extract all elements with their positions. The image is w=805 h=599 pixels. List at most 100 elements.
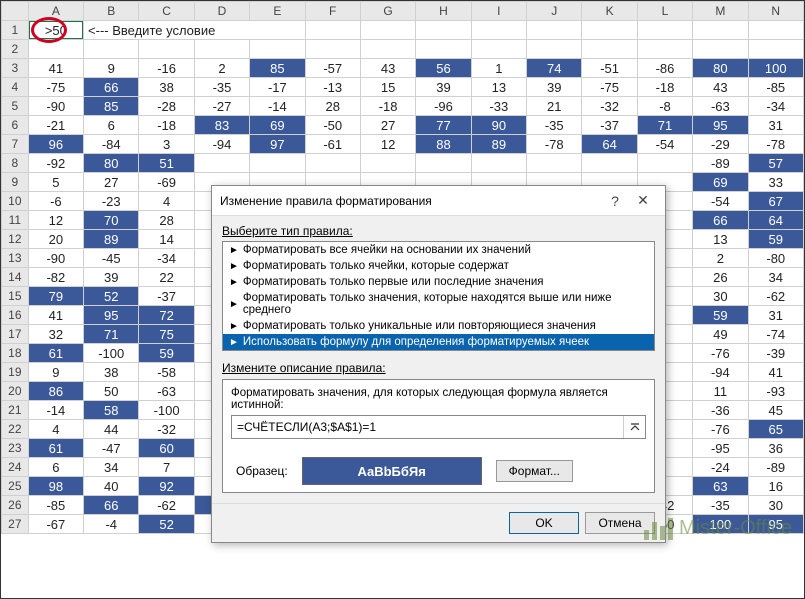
cell[interactable]: 20 bbox=[28, 230, 83, 249]
cell[interactable]: 6 bbox=[84, 116, 139, 135]
cell[interactable]: 15 bbox=[360, 78, 415, 97]
cell[interactable]: 31 bbox=[748, 306, 803, 325]
cell[interactable]: 38 bbox=[84, 363, 139, 382]
row-header[interactable]: 18 bbox=[2, 344, 29, 363]
row-header[interactable]: 10 bbox=[2, 192, 29, 211]
collapse-dialog-icon[interactable] bbox=[623, 416, 645, 438]
cell[interactable]: 12 bbox=[360, 135, 415, 154]
cell[interactable]: 38 bbox=[139, 78, 194, 97]
row-header[interactable]: 5 bbox=[2, 97, 29, 116]
cell[interactable]: -90 bbox=[28, 249, 83, 268]
row-header[interactable]: 22 bbox=[2, 420, 29, 439]
rule-type-list[interactable]: ►Форматировать все ячейки на основании и… bbox=[222, 241, 655, 351]
cell[interactable]: 61 bbox=[28, 439, 83, 458]
rule-type-item[interactable]: ►Использовать формулу для определения фо… bbox=[223, 334, 654, 350]
cell[interactable]: 90 bbox=[471, 116, 526, 135]
cell[interactable]: -76 bbox=[693, 420, 748, 439]
cell[interactable]: -21 bbox=[28, 116, 83, 135]
cell[interactable]: -100 bbox=[139, 401, 194, 420]
cell[interactable]: 21 bbox=[527, 97, 582, 116]
row-header[interactable]: 17 bbox=[2, 325, 29, 344]
row-header[interactable]: 26 bbox=[2, 496, 29, 515]
cell[interactable] bbox=[582, 40, 637, 59]
cell[interactable]: 96 bbox=[28, 135, 83, 154]
cell[interactable]: 9 bbox=[84, 59, 139, 78]
row-header[interactable]: 20 bbox=[2, 382, 29, 401]
row-header[interactable]: 23 bbox=[2, 439, 29, 458]
cell[interactable]: -54 bbox=[693, 192, 748, 211]
row-header[interactable]: 3 bbox=[2, 59, 29, 78]
cell[interactable]: 100 bbox=[693, 515, 748, 534]
cell[interactable]: -78 bbox=[527, 135, 582, 154]
rule-type-item[interactable]: ►Форматировать только первые или последн… bbox=[223, 274, 654, 290]
cell[interactable]: 36 bbox=[748, 439, 803, 458]
cell[interactable]: 39 bbox=[84, 268, 139, 287]
cell[interactable]: -93 bbox=[748, 382, 803, 401]
cell[interactable] bbox=[693, 40, 748, 59]
cell[interactable]: 39 bbox=[527, 78, 582, 97]
cell[interactable]: -96 bbox=[416, 97, 471, 116]
cell[interactable]: -32 bbox=[582, 97, 637, 116]
cell[interactable]: 80 bbox=[84, 154, 139, 173]
cell[interactable]: 7 bbox=[139, 458, 194, 477]
cell[interactable]: <--- Введите условие bbox=[84, 21, 306, 40]
row-header[interactable]: 7 bbox=[2, 135, 29, 154]
cell[interactable]: 1 bbox=[471, 59, 526, 78]
cell[interactable]: 49 bbox=[693, 325, 748, 344]
cell[interactable]: 61 bbox=[28, 344, 83, 363]
cell[interactable]: 59 bbox=[139, 344, 194, 363]
cell[interactable]: -76 bbox=[693, 344, 748, 363]
cell[interactable]: 41 bbox=[28, 306, 83, 325]
cell[interactable]: -37 bbox=[139, 287, 194, 306]
cell[interactable] bbox=[84, 40, 139, 59]
cell[interactable] bbox=[305, 21, 360, 40]
cell[interactable]: 2 bbox=[194, 59, 249, 78]
cell[interactable]: 43 bbox=[360, 59, 415, 78]
cell[interactable]: -32 bbox=[139, 420, 194, 439]
row-header[interactable]: 13 bbox=[2, 249, 29, 268]
cell[interactable]: -28 bbox=[139, 97, 194, 116]
cell[interactable]: -35 bbox=[194, 78, 249, 97]
cell[interactable]: 63 bbox=[693, 477, 748, 496]
cell[interactable]: 89 bbox=[471, 135, 526, 154]
cell[interactable]: 26 bbox=[693, 268, 748, 287]
cell[interactable]: 39 bbox=[416, 78, 471, 97]
col-header[interactable]: N bbox=[748, 2, 803, 21]
cell[interactable]: 64 bbox=[582, 135, 637, 154]
cell[interactable]: -45 bbox=[84, 249, 139, 268]
cell[interactable]: 89 bbox=[84, 230, 139, 249]
rule-type-item[interactable]: ►Форматировать только значения, которые … bbox=[223, 290, 654, 318]
cell[interactable]: -36 bbox=[693, 401, 748, 420]
cell[interactable]: 5 bbox=[28, 173, 83, 192]
cell[interactable]: 45 bbox=[748, 401, 803, 420]
cell[interactable]: 4 bbox=[139, 192, 194, 211]
row-header[interactable]: 11 bbox=[2, 211, 29, 230]
cell[interactable]: -13 bbox=[305, 78, 360, 97]
row-header[interactable]: 21 bbox=[2, 401, 29, 420]
rule-type-item[interactable]: ►Форматировать только ячейки, которые со… bbox=[223, 258, 654, 274]
cell[interactable]: -85 bbox=[748, 78, 803, 97]
row-header[interactable]: 15 bbox=[2, 287, 29, 306]
cell[interactable]: 50 bbox=[84, 382, 139, 401]
cell[interactable]: -89 bbox=[693, 154, 748, 173]
col-header[interactable] bbox=[2, 2, 29, 21]
cell[interactable]: 34 bbox=[748, 268, 803, 287]
cell[interactable]: -100 bbox=[84, 344, 139, 363]
cell[interactable]: 70 bbox=[84, 211, 139, 230]
help-button[interactable]: ? bbox=[601, 193, 629, 209]
cell[interactable] bbox=[139, 40, 194, 59]
cell[interactable]: -35 bbox=[527, 116, 582, 135]
cell[interactable]: -18 bbox=[637, 78, 692, 97]
cell[interactable] bbox=[637, 40, 692, 59]
cell[interactable]: 83 bbox=[194, 116, 249, 135]
cell[interactable]: -85 bbox=[28, 496, 83, 515]
cell[interactable] bbox=[250, 154, 305, 173]
ok-button[interactable]: OK bbox=[509, 512, 579, 534]
cell[interactable]: 52 bbox=[139, 515, 194, 534]
cell[interactable]: -23 bbox=[84, 192, 139, 211]
cell[interactable]: -4 bbox=[84, 515, 139, 534]
col-header[interactable]: E bbox=[250, 2, 305, 21]
cell[interactable]: 71 bbox=[637, 116, 692, 135]
cell[interactable]: 69 bbox=[693, 173, 748, 192]
cell[interactable] bbox=[471, 40, 526, 59]
